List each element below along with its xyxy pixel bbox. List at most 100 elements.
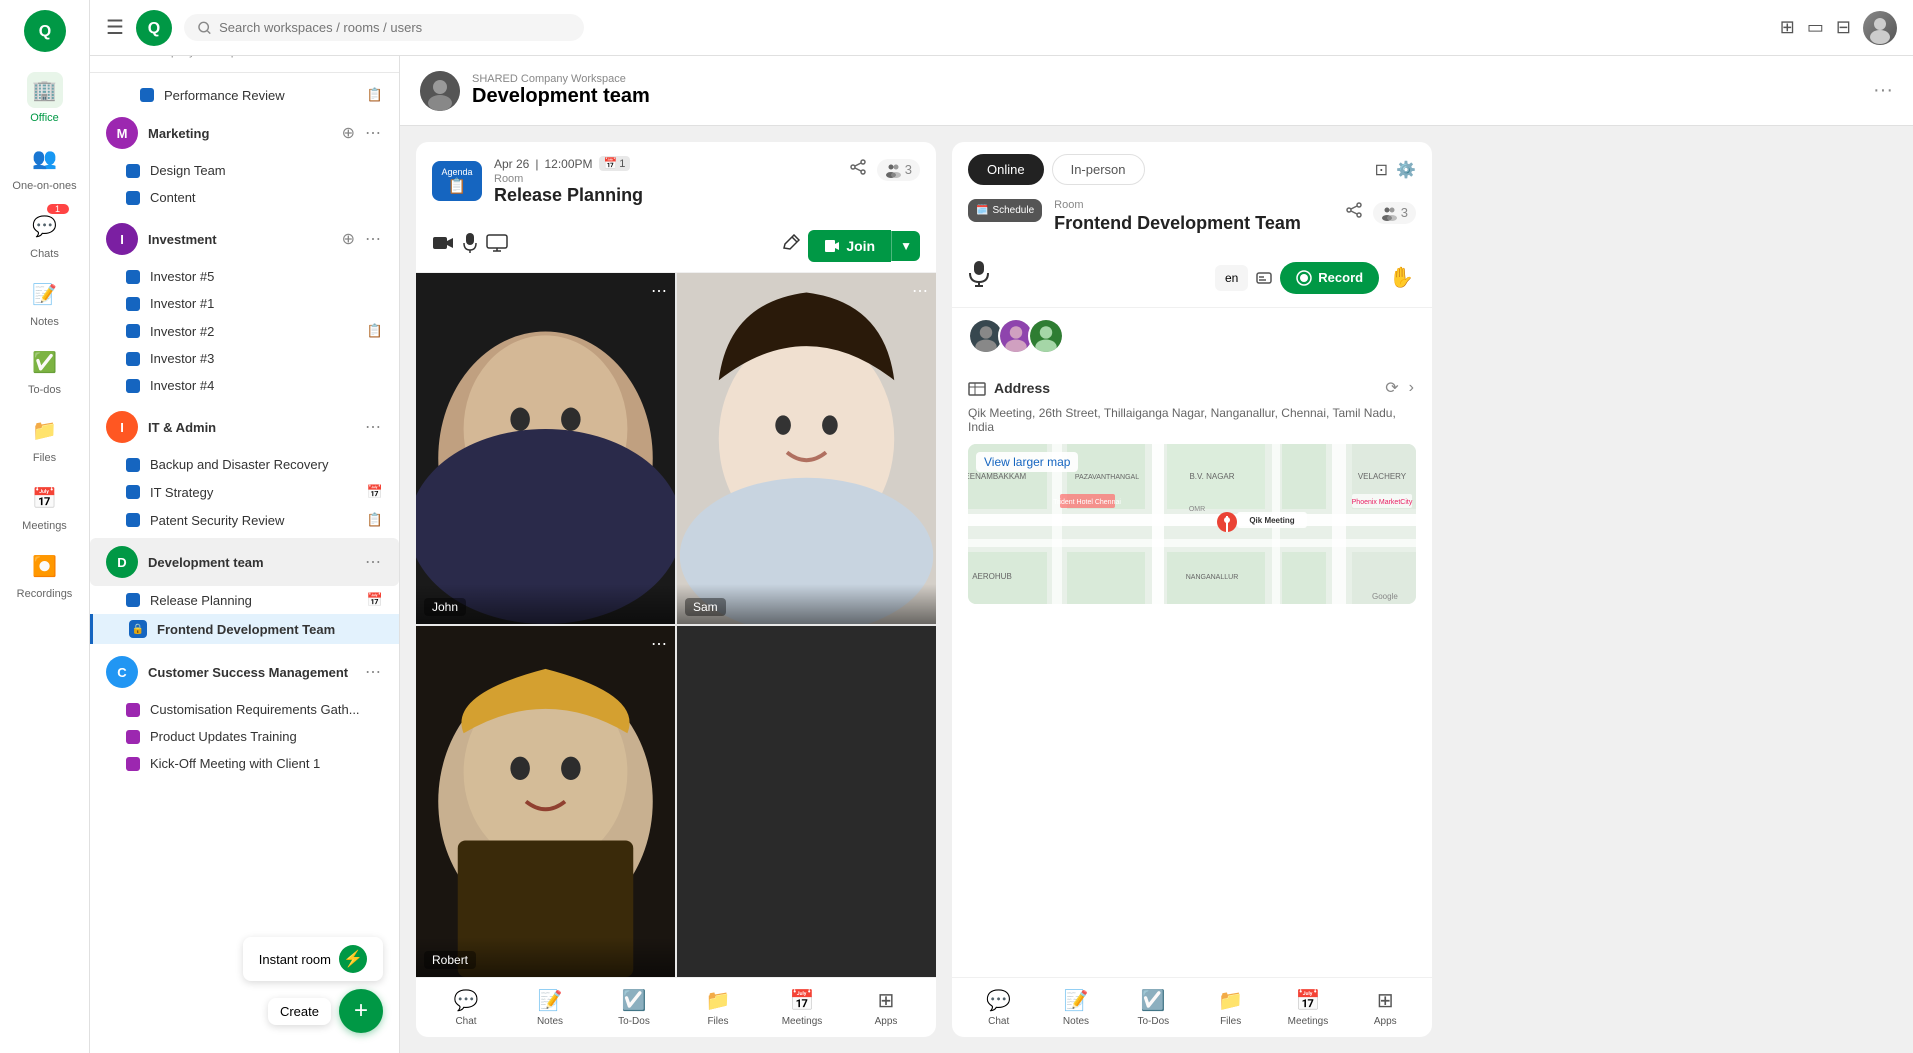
share-button[interactable] [847,156,869,183]
group-header-it-admin[interactable]: I IT & Admin ⋯ [90,403,399,451]
svg-text:Phoenix MarketCity: Phoenix MarketCity [1352,499,1413,506]
group-more-button[interactable]: ⋯ [363,121,383,145]
main-content: Agenda 📋 Apr 26 | 12:00PM 📅 1 Room Relea… [400,126,1913,1053]
group-header-marketing[interactable]: M Marketing ⊕ ⋯ [90,109,399,157]
sidebar-item-todos[interactable]: ✅ To-dos [0,336,89,404]
group-avatar-customer-success: C [106,656,138,688]
caption-icon [1256,270,1272,286]
schedule-toolbar-files[interactable]: 📁 Files [1206,988,1256,1027]
add-room-button[interactable]: ⊕ [340,121,357,145]
lightning-button[interactable]: ⚡ [339,945,367,973]
group-more-button-cs[interactable]: ⋯ [363,660,383,684]
sidebar-item-meetings[interactable]: 📅 Meetings [0,472,89,540]
schedule-toolbar-chat[interactable]: 💬 Chat [974,988,1024,1027]
create-tooltip: Create [268,998,331,1025]
video-grid: John ⋯ Sam ⋯ [416,273,936,977]
schedule-toolbar-todos[interactable]: ☑️ To-Dos [1128,988,1178,1027]
group-more-button-it[interactable]: ⋯ [363,415,383,439]
toolbar-files[interactable]: 📁 Files [693,988,743,1027]
video-cell-sam: Sam ⋯ [677,273,936,624]
group-avatar-investment: I [106,223,138,255]
sidebar-item-files[interactable]: 📁 Files [0,404,89,472]
list-item[interactable]: IT Strategy 📅 [90,478,399,506]
toolbar-todos[interactable]: ☑️ To-Dos [609,988,659,1027]
list-item[interactable]: Patent Security Review 📋 [90,506,399,534]
workspace-list: Performance Review 📋 M Marketing ⊕ ⋯ Des… [90,73,399,1053]
address-more-button[interactable]: ⟳ [1383,376,1400,400]
hand-raise-button[interactable]: ✋ [1387,263,1416,292]
search-input[interactable] [219,20,570,35]
user-avatar[interactable] [1863,11,1897,45]
workspace-group-it-admin: I IT & Admin ⋯ Backup and Disaster Recov… [90,403,399,534]
join-button-group: Join ▼ [808,230,920,262]
group-header-development[interactable]: D Development team ⋯ [90,538,399,586]
toolbar-apps[interactable]: ⊞ Apps [861,988,911,1027]
workspace-more-button[interactable]: ··· [1873,79,1893,102]
expand-button[interactable]: ⊟ [1836,17,1851,38]
list-item[interactable]: Kick-Off Meeting with Client 1 [90,750,399,777]
schedule-mic-button[interactable] [968,260,990,295]
list-item[interactable]: Design Team [90,157,399,184]
list-item[interactable]: Backup and Disaster Recovery [90,451,399,478]
address-section: Address ⟳ › Qik Meeting, 26th Street, Th… [952,364,1432,616]
sidebar-item-office[interactable]: 🏢 Office [0,64,89,132]
edit-button[interactable] [782,234,800,258]
toolbar-notes[interactable]: 📝 Notes [525,988,575,1027]
list-item[interactable]: Investor #4 [90,372,399,399]
toolbar-chat[interactable]: 💬 Chat [441,988,491,1027]
mic-toggle-button[interactable] [462,232,478,260]
schedule-settings-button[interactable]: ⚙️ [1396,160,1416,180]
schedule-expand-button[interactable]: ⊡ [1375,160,1388,180]
schedule-toolbar-apps[interactable]: ⊞ Apps [1360,988,1410,1027]
grid-view-button[interactable]: ⊞ [1780,17,1795,38]
sidebar-item-recordings[interactable]: ⏺️ Recordings [0,540,89,608]
add-room-button-investment[interactable]: ⊕ [340,227,357,251]
agenda-badge: Agenda 📋 [432,161,482,201]
list-item[interactable]: Content [90,184,399,211]
layout-button[interactable]: ▭ [1807,17,1824,38]
address-next-button[interactable]: › [1407,376,1416,400]
join-button[interactable]: Join [808,230,891,262]
office-icon: 🏢 [27,72,63,108]
screen-share-button[interactable] [486,232,508,260]
group-header-customer-success[interactable]: C Customer Success Management ⋯ [90,648,399,696]
video-cell-menu-sam[interactable]: ⋯ [912,281,928,301]
hamburger-button[interactable]: ☰ [106,15,124,40]
list-item[interactable]: Investor #1 [90,290,399,317]
list-item[interactable]: Product Updates Training [90,723,399,750]
language-button[interactable]: en [1215,265,1248,291]
list-item[interactable]: Investor #2 📋 [90,317,399,345]
schedule-share-button[interactable] [1343,199,1365,226]
list-item[interactable]: Performance Review 📋 [90,81,399,109]
svg-text:Qik Meeting: Qik Meeting [1249,516,1294,525]
sidebar-item-chats[interactable]: 💬 Chats [0,200,89,268]
group-more-button-dev[interactable]: ⋯ [363,550,383,574]
files-icon: 📁 [27,412,63,448]
todos-icon: ✅ [27,344,63,380]
top-bar: ☰ Q ⊞ ▭ ⊟ [90,0,1913,56]
svg-text:VELACHERY: VELACHERY [1358,472,1407,481]
video-cell-menu-john[interactable]: ⋯ [651,281,667,301]
video-cell-menu-robert[interactable]: ⋯ [651,634,667,654]
toolbar-meetings[interactable]: 📅 Meetings [777,988,827,1027]
list-item-active[interactable]: 🔒 Frontend Development Team [90,614,399,644]
search-bar[interactable] [184,14,584,41]
list-item[interactable]: Investor #5 [90,263,399,290]
group-more-button-investment[interactable]: ⋯ [363,227,383,251]
list-item[interactable]: Release Planning 📅 [90,586,399,614]
video-toggle-button[interactable] [432,232,454,260]
join-dropdown-button[interactable]: ▼ [891,231,920,261]
create-fab-button[interactable]: + [339,989,383,1033]
schedule-toolbar-meetings[interactable]: 📅 Meetings [1283,988,1333,1027]
map-link[interactable]: View larger map [976,452,1078,472]
list-item[interactable]: Customisation Requirements Gath... [90,696,399,723]
tab-in-person[interactable]: In-person [1052,154,1145,185]
sidebar-item-notes[interactable]: 📝 Notes [0,268,89,336]
list-item[interactable]: Investor #3 [90,345,399,372]
group-header-investment[interactable]: I Investment ⊕ ⋯ [90,215,399,263]
tab-online[interactable]: Online [968,154,1044,185]
app-logo[interactable]: Q [24,10,66,52]
sidebar-item-one-on-ones[interactable]: 👥 One-on-ones [0,132,89,200]
record-button[interactable]: Record [1280,262,1379,294]
schedule-toolbar-notes[interactable]: 📝 Notes [1051,988,1101,1027]
